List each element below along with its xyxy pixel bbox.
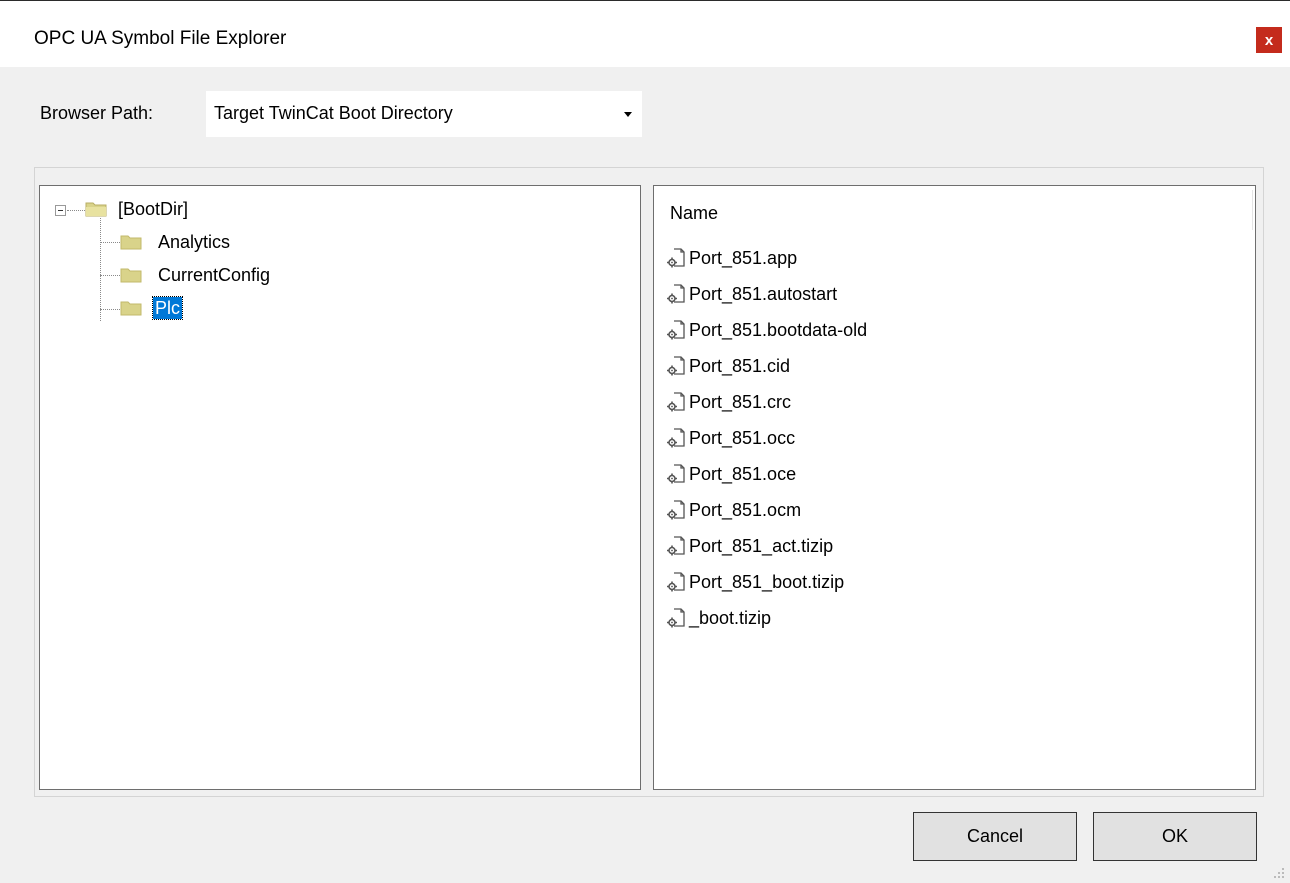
tree-node-root[interactable]: [BootDir] [85, 198, 285, 222]
settings-file-icon [667, 464, 685, 484]
list-item[interactable]: Port_851.app [666, 246, 1226, 272]
resize-grip-icon[interactable] [1270, 865, 1286, 881]
file-name: Port_851.app [689, 248, 798, 268]
settings-file-icon [667, 284, 685, 304]
tree-node-label: Analytics [158, 232, 231, 252]
tree-connector [100, 275, 120, 276]
folder-icon [120, 268, 142, 283]
file-list[interactable]: Name Port_851.app Port_851.autostart Por… [653, 185, 1256, 790]
settings-file-icon [667, 572, 685, 592]
file-name: Port_851_boot.tizip [689, 572, 845, 592]
cancel-button[interactable]: Cancel [913, 812, 1077, 861]
file-name: Port_851.autostart [689, 284, 838, 304]
file-name: Port_851.occ [689, 428, 796, 448]
file-name: Port_851.oce [689, 464, 797, 484]
list-item[interactable]: Port_851.crc [666, 390, 1226, 416]
settings-file-icon [667, 356, 685, 376]
tree-connector [100, 242, 120, 243]
ok-button[interactable]: OK [1093, 812, 1257, 861]
chevron-down-icon [624, 112, 632, 117]
settings-file-icon [667, 608, 685, 628]
file-name: Port_851.bootdata-old [689, 320, 868, 340]
list-item[interactable]: Port_851.bootdata-old [666, 318, 1226, 344]
settings-file-icon [667, 500, 685, 520]
file-name: Port_851.crc [689, 392, 792, 412]
list-item[interactable]: Port_851_boot.tizip [666, 570, 1226, 596]
folder-open-icon [85, 202, 107, 217]
list-divider [1252, 190, 1253, 230]
file-name: Port_851.cid [689, 356, 791, 376]
list-item[interactable]: Port_851.occ [666, 426, 1226, 452]
list-item[interactable]: _boot.tizip [666, 606, 1226, 632]
browser-path-value: Target TwinCat Boot Directory [214, 103, 453, 123]
tree-node-analytics[interactable]: Analytics [120, 231, 320, 255]
file-name: _boot.tizip [689, 608, 772, 628]
list-item[interactable]: Port_851.ocm [666, 498, 1226, 524]
list-item[interactable]: Port_851.autostart [666, 282, 1226, 308]
window-title: OPC UA Symbol File Explorer [34, 28, 287, 49]
close-icon: x [1264, 31, 1274, 49]
title-bar: OPC UA Symbol File Explorer x [0, 1, 1290, 67]
folder-icon [120, 235, 142, 250]
collapse-toggle[interactable] [55, 205, 66, 216]
close-button[interactable]: x [1256, 27, 1282, 53]
list-item[interactable]: Port_851.oce [666, 462, 1226, 488]
folder-icon [120, 301, 142, 316]
file-name: Port_851.ocm [689, 500, 802, 520]
file-name: Port_851_act.tizip [689, 536, 834, 556]
tree-connector [100, 218, 101, 321]
tree-connector [100, 309, 120, 310]
column-header-name[interactable]: Name [670, 203, 718, 224]
browser-path-dropdown[interactable]: Target TwinCat Boot Directory [206, 91, 642, 137]
tree-node-label: Plc [151, 296, 184, 320]
settings-file-icon [667, 320, 685, 340]
tree-node-label: CurrentConfig [158, 265, 271, 285]
folder-tree[interactable]: [BootDir] Analytics CurrentConfig Plc [39, 185, 641, 790]
tree-node-plc[interactable]: Plc [120, 296, 320, 321]
list-item[interactable]: Port_851.cid [666, 354, 1226, 380]
browser-path-label: Browser Path: [40, 103, 154, 123]
settings-file-icon [667, 392, 685, 412]
tree-node-currentconfig[interactable]: CurrentConfig [120, 264, 320, 288]
list-item[interactable]: Port_851_act.tizip [666, 534, 1226, 560]
settings-file-icon [667, 428, 685, 448]
tree-node-label: [BootDir] [118, 199, 189, 219]
settings-file-icon [667, 536, 685, 556]
tree-connector [67, 210, 85, 211]
settings-file-icon [667, 248, 685, 268]
